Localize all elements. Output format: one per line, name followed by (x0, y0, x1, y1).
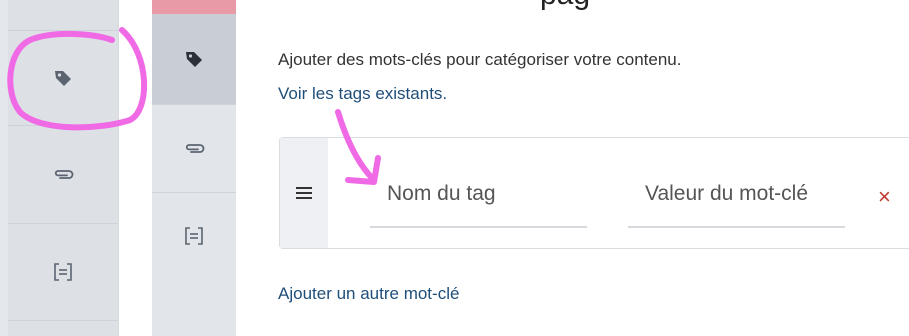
sidebar-left (0, 0, 119, 336)
sidebar-right (152, 0, 236, 336)
sidebar-left-spacer (8, 0, 118, 31)
sidebar-left-item-fields[interactable] (8, 223, 118, 321)
view-existing-tags-link[interactable]: Voir les tags existants. (278, 84, 447, 104)
tag-row-card: Nom du tag Valeur du mot-clé × (279, 137, 909, 249)
tag-name-underline (370, 226, 587, 228)
remove-tag-button[interactable]: × (878, 184, 891, 210)
hamburger-icon (296, 187, 312, 199)
fields-icon (184, 226, 204, 246)
sidebar-right-item-attachments[interactable] (152, 104, 236, 193)
tag-icon (53, 68, 73, 88)
keyword-value-underline (628, 226, 845, 228)
sidebar-left-item-attachments[interactable] (8, 125, 118, 224)
sidebar-right-item-tags[interactable] (152, 14, 236, 105)
sidebar-right-item-fields[interactable] (152, 192, 236, 280)
fields-icon (53, 262, 73, 282)
sidebar-left-inner (8, 0, 118, 336)
tags-description: Ajouter des mots-clés pour catégoriser v… (278, 50, 682, 69)
sidebar-right-accent-bar (152, 0, 236, 14)
sidebar-left-item-tags[interactable] (8, 30, 118, 126)
paperclip-icon (52, 167, 74, 181)
paperclip-icon (183, 141, 205, 155)
keyword-value-input[interactable]: Valeur du mot-clé (645, 182, 837, 206)
drag-handle[interactable] (280, 138, 328, 248)
tag-name-input[interactable]: Nom du tag (387, 182, 587, 206)
add-keyword-link[interactable]: Ajouter un autre mot-clé (278, 284, 459, 304)
page-title-fragment: pag (540, 0, 590, 12)
tag-icon (184, 49, 204, 69)
